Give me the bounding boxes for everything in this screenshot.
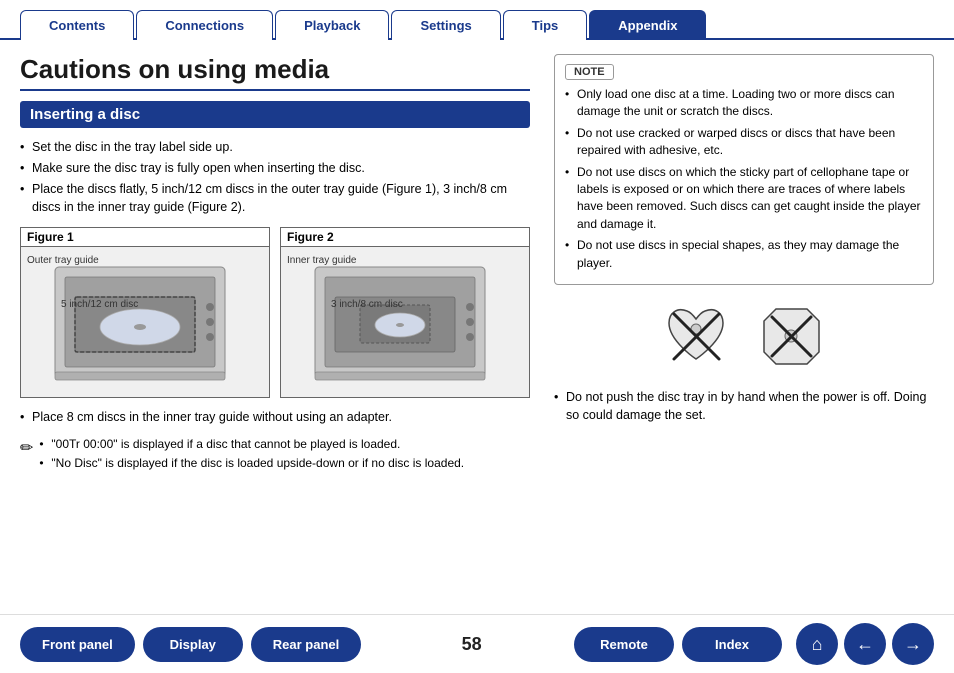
figure-1-image: Outer tray guide 5 inch/12 cm disc: [21, 247, 269, 397]
tab-settings[interactable]: Settings: [391, 10, 500, 40]
back-button[interactable]: ←: [844, 623, 886, 665]
main-content: Cautions on using media Inserting a disc…: [0, 40, 954, 492]
left-column: Cautions on using media Inserting a disc…: [20, 54, 530, 482]
disc-icon-octagon: [754, 299, 829, 374]
forward-button[interactable]: →: [892, 623, 934, 665]
figure-2-image: Inner tray guide 3 inch/8 cm disc: [281, 247, 529, 397]
pencil-note-2: "No Disc" is displayed if the disc is lo…: [39, 455, 464, 472]
tab-connections[interactable]: Connections: [136, 10, 273, 40]
figure-2-inner-label: Inner tray guide: [287, 255, 357, 266]
instruction-2: Make sure the disc tray is fully open wh…: [20, 159, 530, 177]
top-nav: Contents Connections Playback Settings T…: [0, 0, 954, 40]
rear-panel-button[interactable]: Rear panel: [251, 627, 361, 662]
note-item-1: Only load one disc at a time. Loading tw…: [565, 86, 923, 121]
page-number: 58: [369, 634, 574, 655]
home-button[interactable]: ⌂: [796, 623, 838, 665]
tab-tips[interactable]: Tips: [503, 10, 588, 40]
disc-warning-icons: [554, 299, 934, 374]
bottom-nav: Front panel Display Rear panel 58 Remote…: [0, 614, 954, 673]
adapter-note: Place 8 cm discs in the inner tray guide…: [20, 408, 530, 426]
remote-button[interactable]: Remote: [574, 627, 674, 662]
note-item-2: Do not use cracked or warped discs or di…: [565, 125, 923, 160]
tab-contents[interactable]: Contents: [20, 10, 134, 40]
display-button[interactable]: Display: [143, 627, 243, 662]
index-button[interactable]: Index: [682, 627, 782, 662]
note-label: NOTE: [565, 64, 614, 80]
pencil-note-section: ✏ "00Tr 00:00" is displayed if a disc th…: [20, 436, 530, 475]
instruction-1: Set the disc in the tray label side up.: [20, 138, 530, 156]
page-title: Cautions on using media: [20, 54, 530, 91]
figures-row: Figure 1: [20, 227, 530, 398]
pencil-icon: ✏: [20, 438, 33, 458]
right-column: NOTE Only load one disc at a time. Loadi…: [554, 54, 934, 482]
adapter-note-list: Place 8 cm discs in the inner tray guide…: [20, 408, 530, 426]
figure-1-box: Figure 1: [20, 227, 270, 398]
disc-icon-heart: [659, 299, 734, 374]
figure-1-disc-label: 5 inch/12 cm disc: [61, 299, 138, 310]
note-item-3: Do not use discs on which the sticky par…: [565, 164, 923, 234]
figure-1-outer-label: Outer tray guide: [27, 255, 99, 266]
figure-2-box: Figure 2: [280, 227, 530, 398]
note-box: NOTE Only load one disc at a time. Loadi…: [554, 54, 934, 285]
pencil-note-1: "00Tr 00:00" is displayed if a disc that…: [39, 436, 464, 453]
section-header: Inserting a disc: [20, 101, 530, 128]
note-item-4: Do not use discs in special shapes, as t…: [565, 237, 923, 272]
pencil-list: "00Tr 00:00" is displayed if a disc that…: [39, 436, 464, 475]
note-list: Only load one disc at a time. Loading tw…: [565, 86, 923, 272]
tab-appendix[interactable]: Appendix: [589, 10, 706, 40]
figure-2-disc-label: 3 inch/8 cm disc: [331, 299, 403, 310]
instruction-3: Place the discs flatly, 5 inch/12 cm dis…: [20, 180, 530, 216]
front-panel-button[interactable]: Front panel: [20, 627, 135, 662]
figure-2-label: Figure 2: [281, 228, 529, 247]
instructions-list: Set the disc in the tray label side up. …: [20, 138, 530, 217]
tab-playback[interactable]: Playback: [275, 10, 389, 40]
figure-1-label: Figure 1: [21, 228, 269, 247]
push-note-list: Do not push the disc tray in by hand whe…: [554, 388, 934, 424]
push-note: Do not push the disc tray in by hand whe…: [554, 388, 934, 424]
